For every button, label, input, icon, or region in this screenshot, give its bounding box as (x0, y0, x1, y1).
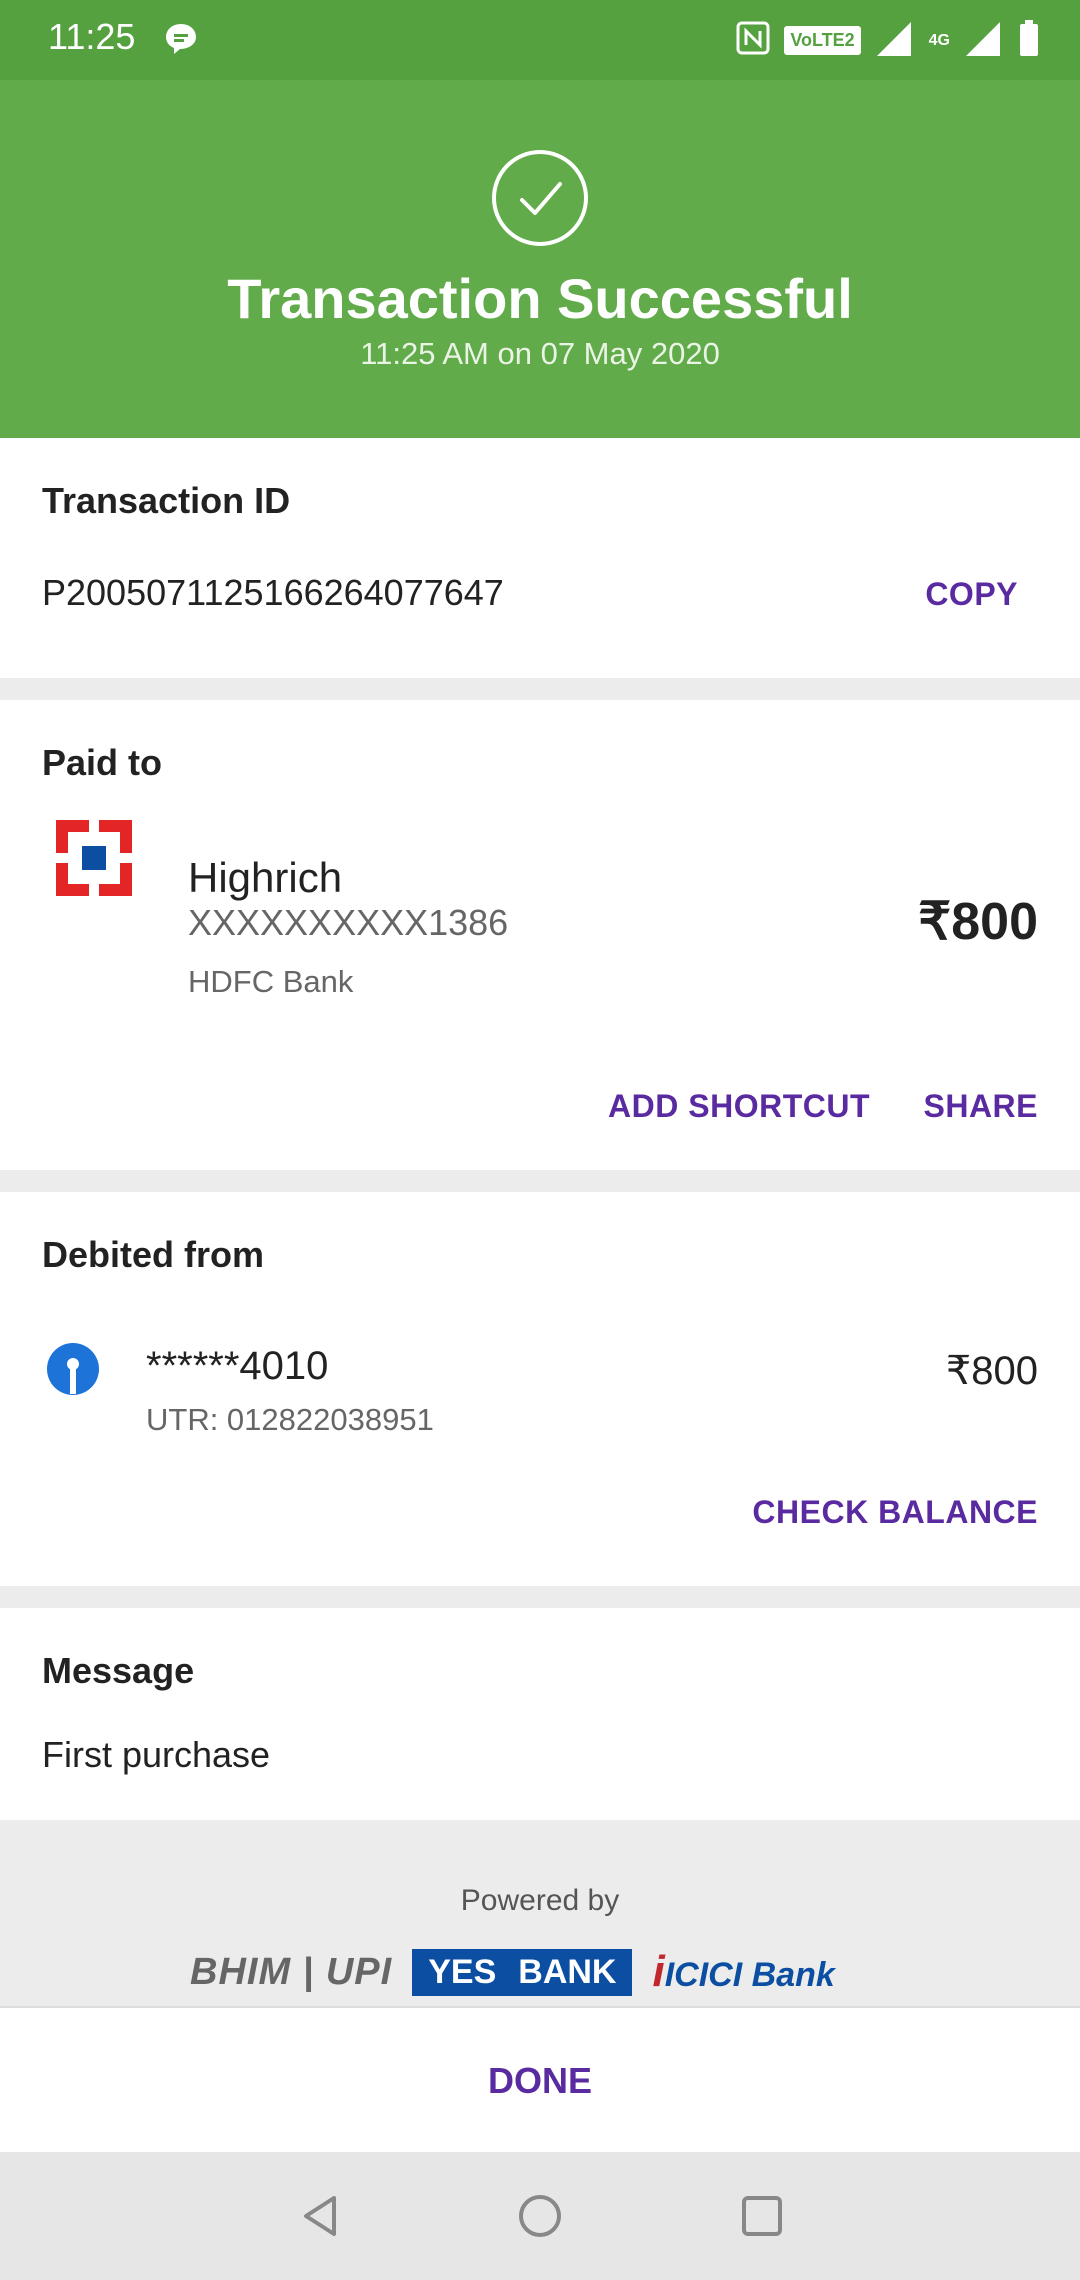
done-button[interactable]: DONE (0, 2060, 1080, 2102)
yes-bank-logo: YES BANK (412, 1948, 633, 1996)
partner-logos: BHIM | UPI YES BANK iICICI Bank (190, 1946, 835, 1998)
payee-account: XXXXXXXXXX1386 (188, 902, 509, 943)
icici-text: ICICI Bank (664, 1956, 835, 1994)
done-bar: DONE (0, 2006, 1080, 2154)
payee-bank: HDFC Bank (188, 964, 354, 999)
upi-text: UPI (325, 1950, 393, 1993)
message-text: First purchase (42, 1734, 271, 1775)
debited-from-card: Debited from ******4010 UTR: 01282203895… (0, 1192, 1080, 1586)
debited-amount: ₹800 (945, 1349, 1038, 1393)
back-nav-icon[interactable] (296, 2192, 344, 2245)
network-type-label: 4G (928, 31, 950, 49)
transaction-status-title: Transaction Successful (227, 267, 853, 330)
success-header: Transaction Successful 11:25 AM on 07 Ma… (0, 80, 1080, 438)
transaction-id-value: P2005071125166264077647 (42, 572, 504, 613)
signal-icon-2 (964, 18, 1004, 63)
volte-badge: VoLTE2 (784, 26, 861, 55)
bhim-text: BHIM (190, 1950, 292, 1993)
recents-nav-icon[interactable] (738, 2192, 786, 2245)
sbi-bank-logo (46, 1342, 100, 1396)
share-button[interactable]: SHARE (923, 1088, 1038, 1125)
debited-from-label: Debited from (42, 1234, 265, 1275)
yes-text: YES (428, 1952, 497, 1991)
add-shortcut-button[interactable]: ADD SHORTCUT (608, 1088, 870, 1125)
utr-number: UTR: 012822038951 (146, 1402, 434, 1437)
nfc-icon (736, 21, 770, 60)
battery-icon (1018, 18, 1040, 63)
signal-icon (875, 18, 915, 63)
check-balance-button[interactable]: CHECK BALANCE (752, 1494, 1038, 1531)
powered-by-label: Powered by (460, 1884, 620, 1917)
payee-name: Highrich (188, 854, 343, 901)
bhim-logo: BHIM | UPI (190, 1950, 393, 1993)
bank-text: BANK (518, 1952, 617, 1991)
icici-bank-logo: iICICI Bank (652, 1947, 834, 1997)
transaction-datetime: 11:25 AM on 07 May 2020 (360, 336, 720, 371)
home-nav-icon[interactable] (516, 2192, 564, 2245)
status-time: 11:25 (48, 16, 136, 57)
status-bar: 11:25 VoLTE2 4G (0, 0, 1080, 80)
debit-account: ******4010 (146, 1344, 329, 1388)
message-card: Message First purchase (0, 1608, 1080, 1820)
message-label: Message (42, 1650, 195, 1691)
success-check-icon (490, 148, 590, 253)
icici-i-icon: i (652, 1947, 665, 1996)
transaction-id-card: Transaction ID P2005071125166264077647 C… (0, 438, 1080, 678)
hdfc-bank-logo (56, 820, 132, 896)
message-notification-icon (164, 22, 198, 61)
paid-to-label: Paid to (42, 742, 163, 783)
paid-amount: ₹800 (918, 893, 1038, 951)
transaction-id-label: Transaction ID (42, 480, 291, 521)
system-nav-bar (0, 2152, 1080, 2280)
copy-button[interactable]: COPY (925, 576, 1018, 613)
powered-by-section: Powered by BHIM | UPI YES BANK iICICI Ban… (0, 1822, 1080, 2004)
paid-to-card: Paid to Highrich XXXXXXXXXX1386 HDFC Ban… (0, 700, 1080, 1170)
